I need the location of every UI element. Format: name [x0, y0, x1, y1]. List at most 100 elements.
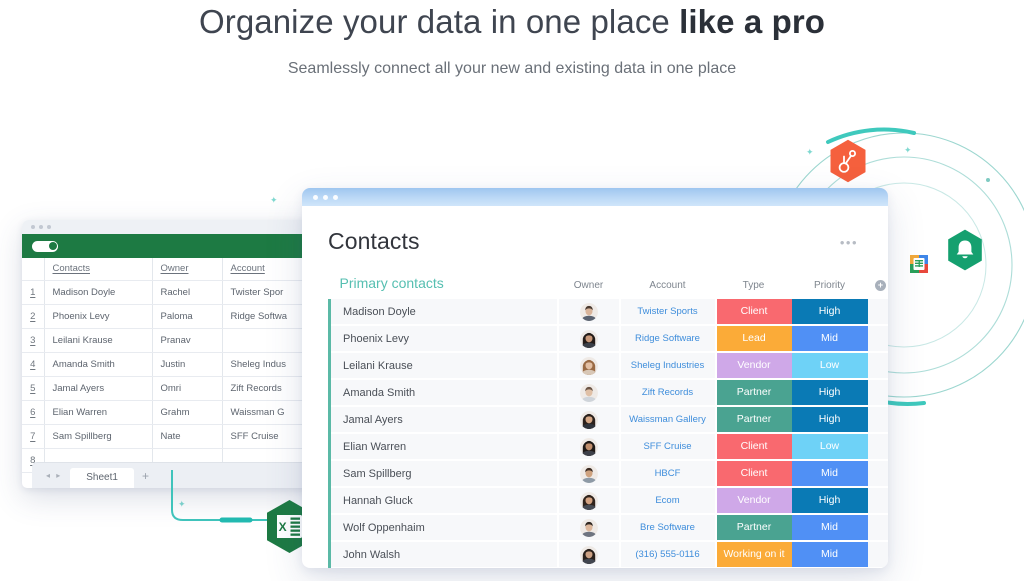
status-badge[interactable]: Client: [716, 461, 792, 486]
cell-priority[interactable]: Mid: [791, 325, 868, 353]
cell-type[interactable]: Vendor: [715, 487, 792, 515]
table-row[interactable]: Sam Spillberg HBCF Client Mid: [328, 460, 888, 488]
spreadsheet-row[interactable]: 7 Sam Spillberg Nate SFF Cruise: [22, 424, 322, 449]
contacts-more-menu[interactable]: •••: [840, 236, 858, 249]
priority-badge[interactable]: Mid: [791, 515, 868, 540]
cell-priority[interactable]: High: [791, 406, 868, 434]
spreadsheet-row[interactable]: 2 Phoenix Levy Paloma Ridge Softwa: [22, 304, 322, 329]
table-row[interactable]: Madison Doyle Twister Sports Client High: [328, 299, 888, 326]
priority-badge[interactable]: High: [791, 407, 868, 432]
table-row[interactable]: Jamal Ayers Waissman Gallery Partner High: [328, 406, 888, 434]
bell-icon[interactable]: [944, 228, 986, 272]
cell-type[interactable]: Partner: [715, 514, 792, 542]
cell-priority[interactable]: Mid: [791, 460, 868, 488]
cell-contact-name[interactable]: Hannah Gluck: [328, 487, 558, 515]
row-number[interactable]: 4: [22, 352, 45, 377]
cell-account-link[interactable]: (316) 555-0116: [619, 541, 717, 568]
priority-badge[interactable]: Mid: [791, 461, 868, 486]
window-dot-minimize[interactable]: [39, 225, 43, 229]
cell-contact[interactable]: Elian Warren: [44, 400, 153, 425]
priority-badge[interactable]: High: [791, 299, 868, 324]
status-badge[interactable]: Client: [716, 434, 792, 459]
status-badge[interactable]: Working on it: [716, 542, 792, 567]
cell-type[interactable]: Client: [715, 299, 792, 326]
cell-account-link[interactable]: Waissman Gallery: [619, 406, 717, 434]
cell-contact-name[interactable]: Leilani Krause: [328, 352, 558, 380]
table-row[interactable]: John Walsh (316) 555-0116 Working on it Mid: [328, 541, 888, 568]
cell-contact-name[interactable]: Elian Warren: [328, 433, 558, 461]
cell-account-link[interactable]: SFF Cruise: [619, 433, 717, 461]
priority-badge[interactable]: Mid: [791, 326, 868, 351]
row-number[interactable]: 1: [22, 280, 45, 305]
cell-account-link[interactable]: Sheleg Industries: [619, 352, 717, 380]
cell-owner[interactable]: Rachel: [152, 280, 223, 305]
sheet-col-contacts[interactable]: Contacts: [44, 258, 153, 281]
cell-contact-name[interactable]: Jamal Ayers: [328, 406, 558, 434]
status-badge[interactable]: Partner: [716, 515, 792, 540]
status-badge[interactable]: Client: [716, 299, 792, 324]
window-dot-minimize[interactable]: [323, 194, 328, 200]
cell-priority[interactable]: Mid: [791, 514, 868, 542]
row-number[interactable]: 6: [22, 400, 45, 425]
cell-priority[interactable]: Mid: [791, 541, 868, 568]
priority-badge[interactable]: Low: [791, 353, 868, 378]
cell-type[interactable]: Working on it: [715, 541, 792, 568]
window-dot-maximize[interactable]: [47, 225, 51, 229]
cell-type[interactable]: Partner: [715, 406, 792, 434]
cell-account-link[interactable]: Ridge Software: [619, 325, 717, 353]
table-row[interactable]: Amanda Smith Zift Records Partner High: [328, 379, 888, 407]
cell-type[interactable]: Lead: [715, 325, 792, 353]
cell-contact[interactable]: Phoenix Levy: [44, 304, 153, 329]
cell-owner-avatar[interactable]: [556, 299, 621, 326]
cell-owner-avatar[interactable]: [556, 460, 621, 488]
cell-owner-avatar[interactable]: [556, 541, 621, 568]
cell-type[interactable]: Client: [715, 460, 792, 488]
col-type[interactable]: Type: [716, 275, 792, 299]
spreadsheet-window[interactable]: Contacts Owner Account 1 Madison Doyle Rac…: [22, 220, 322, 488]
cell-contact-name[interactable]: Amanda Smith: [328, 379, 558, 407]
add-sheet-button[interactable]: +: [142, 470, 149, 482]
cell-owner-avatar[interactable]: [556, 352, 621, 380]
priority-badge[interactable]: Mid: [791, 542, 868, 567]
row-number[interactable]: 3: [22, 328, 45, 353]
cell-owner[interactable]: Omri: [152, 376, 223, 401]
google-sheets-icon[interactable]: [908, 253, 930, 275]
row-number[interactable]: 5: [22, 376, 45, 401]
col-priority[interactable]: Priority: [792, 275, 868, 299]
cell-owner-avatar[interactable]: [556, 487, 621, 515]
cell-owner-avatar[interactable]: [556, 325, 621, 353]
cell-owner-avatar[interactable]: [556, 406, 621, 434]
sheet-col-owner[interactable]: Owner: [152, 258, 223, 281]
cell-contact-name[interactable]: Phoenix Levy: [328, 325, 558, 353]
cell-owner-avatar[interactable]: [556, 379, 621, 407]
table-row[interactable]: Wolf Oppenhaim Bre Software Partner Mid: [328, 514, 888, 542]
sheet-tab-sheet1[interactable]: Sheet1: [70, 467, 134, 488]
cell-priority[interactable]: High: [791, 299, 868, 326]
cell-owner[interactable]: Grahm: [152, 400, 223, 425]
cell-contact[interactable]: Sam Spillberg: [44, 424, 153, 449]
col-owner[interactable]: Owner: [558, 275, 620, 299]
spreadsheet-toggle[interactable]: [32, 240, 58, 252]
cell-type[interactable]: Partner: [715, 379, 792, 407]
status-badge[interactable]: Lead: [716, 326, 792, 351]
cell-account-link[interactable]: Twister Sports: [619, 299, 717, 326]
contacts-window[interactable]: Contacts ••• Primary contacts Owner Acco…: [302, 188, 888, 568]
cell-contact[interactable]: Amanda Smith: [44, 352, 153, 377]
cell-priority[interactable]: Low: [791, 352, 868, 380]
row-number[interactable]: 2: [22, 304, 45, 329]
status-badge[interactable]: Vendor: [716, 353, 792, 378]
window-dot-close[interactable]: [313, 194, 318, 200]
cell-owner[interactable]: Paloma: [152, 304, 223, 329]
cell-owner-avatar[interactable]: [556, 514, 621, 542]
cell-owner[interactable]: Pranav: [152, 328, 223, 353]
row-number[interactable]: 7: [22, 424, 45, 449]
status-badge[interactable]: Partner: [716, 407, 792, 432]
spreadsheet-row[interactable]: 3 Leilani Krause Pranav: [22, 328, 322, 353]
status-badge[interactable]: Vendor: [716, 488, 792, 513]
cell-account-link[interactable]: HBCF: [619, 460, 717, 488]
status-badge[interactable]: Partner: [716, 380, 792, 405]
spreadsheet-row[interactable]: 4 Amanda Smith Justin Sheleg Indus: [22, 352, 322, 377]
cell-priority[interactable]: Low: [791, 433, 868, 461]
cell-type[interactable]: Client: [715, 433, 792, 461]
table-row[interactable]: Phoenix Levy Ridge Software Lead Mid: [328, 325, 888, 353]
